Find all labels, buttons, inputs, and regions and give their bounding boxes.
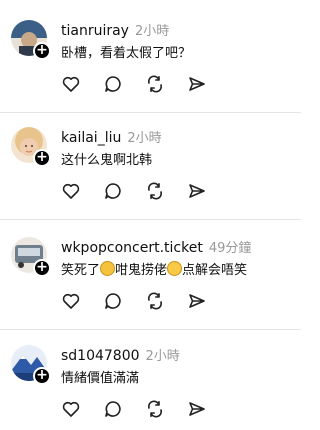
tears-of-joy-emoji-icon (167, 261, 183, 276)
divider (0, 112, 301, 113)
comment-icon[interactable] (103, 291, 123, 311)
post-text: 情緒價值滿滿 (61, 371, 140, 386)
grinning-squinting-emoji-icon (100, 261, 116, 276)
username[interactable]: tianruiray (61, 23, 129, 39)
username[interactable]: kailai_liu (61, 130, 121, 146)
follow-plus-icon[interactable]: + (33, 367, 51, 385)
post-text-part: 点解会唔笑 (182, 263, 248, 278)
reply-feed: + tianruiray 2小時 卧槽，看着太假了吧？ + kailai_liu… (0, 0, 301, 430)
post-text: 笑死了 咁鬼捞佬 点解会唔笑 (61, 259, 247, 278)
follow-plus-icon[interactable]: + (33, 259, 51, 277)
send-icon[interactable] (187, 399, 207, 419)
divider (0, 329, 301, 330)
heart-icon[interactable] (61, 291, 81, 311)
follow-plus-icon[interactable]: + (33, 42, 51, 60)
comment-icon[interactable] (103, 74, 123, 94)
send-icon[interactable] (187, 291, 207, 311)
repost-icon[interactable] (145, 291, 165, 311)
divider (0, 219, 301, 220)
heart-icon[interactable] (61, 181, 81, 201)
send-icon[interactable] (187, 74, 207, 94)
comment-icon[interactable] (103, 181, 123, 201)
comment-icon[interactable] (103, 399, 123, 419)
avatar[interactable]: + (11, 237, 51, 277)
post-text-part: 笑死了 (61, 263, 101, 278)
repost-icon[interactable] (145, 74, 165, 94)
timestamp: 2小時 (127, 131, 162, 146)
post-text-part: 咁鬼捞佬 (115, 263, 168, 278)
repost-icon[interactable] (145, 181, 165, 201)
timestamp: 2小時 (145, 349, 180, 364)
follow-plus-icon[interactable]: + (33, 149, 51, 167)
timestamp: 2小時 (134, 24, 170, 39)
heart-icon[interactable] (61, 74, 81, 94)
send-icon[interactable] (187, 181, 207, 201)
heart-icon[interactable] (61, 399, 81, 419)
post-text: 卧槽，看着太假了吧？ (61, 46, 192, 61)
avatar[interactable]: + (11, 345, 51, 385)
username[interactable]: wkpopconcert.ticket (61, 240, 203, 256)
username[interactable]: sd1047800 (61, 348, 140, 364)
post-text: 这什么鬼啊北韩 (61, 153, 153, 168)
avatar[interactable]: + (11, 127, 51, 167)
timestamp: 49分鐘 (208, 241, 252, 256)
avatar[interactable]: + (11, 20, 51, 60)
repost-icon[interactable] (145, 399, 165, 419)
